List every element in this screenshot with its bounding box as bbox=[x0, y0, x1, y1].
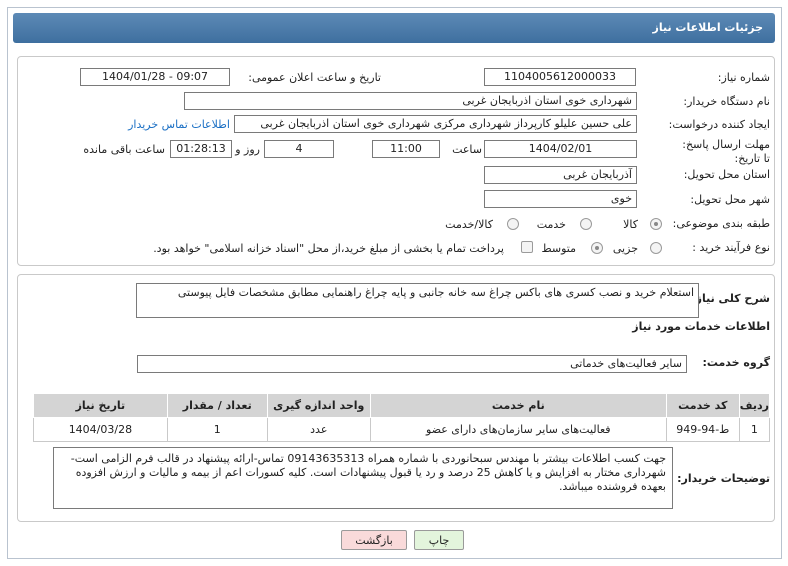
category-option-goods: کالا bbox=[623, 218, 638, 231]
panel-title: جزئیات اطلاعات نیاز bbox=[652, 21, 764, 34]
announce-field[interactable]: 1404/01/28 - 09:07 bbox=[80, 68, 230, 86]
cell-service-name: فعالیت‌های سایر سازمان‌های دارای عضو bbox=[369, 417, 667, 442]
announce-label: تاریخ و ساعت اعلان عمومی: bbox=[248, 71, 381, 84]
treasury-checkbox[interactable] bbox=[521, 241, 533, 253]
services-table: ردیف کد خدمت نام خدمت واحد اندازه گیری ت… bbox=[33, 393, 771, 442]
category-radio-service[interactable] bbox=[580, 218, 592, 230]
need-info-section bbox=[17, 56, 775, 266]
services-table-header: ردیف کد خدمت نام خدمت واحد اندازه گیری ت… bbox=[33, 393, 771, 418]
category-radio-goods[interactable] bbox=[650, 218, 662, 230]
print-button[interactable]: چاپ bbox=[414, 530, 464, 550]
description-label: شرح کلی نیاز: bbox=[691, 292, 770, 305]
cell-row: 1 bbox=[738, 417, 771, 442]
col-unit: واحد اندازه گیری bbox=[266, 393, 371, 418]
back-button[interactable]: بازگشت bbox=[341, 530, 407, 550]
city-field[interactable]: خوی bbox=[484, 190, 637, 208]
category-option-goods-service: کالا/خدمت bbox=[445, 218, 493, 231]
description-field[interactable]: استعلام خرید و نصب کسری های باکس چراغ سه… bbox=[136, 283, 699, 318]
remaining-label: ساعت باقی مانده bbox=[83, 143, 165, 156]
cell-service-code: ط-94-949 bbox=[665, 417, 740, 442]
category-radio-goods-service[interactable] bbox=[507, 218, 519, 230]
days-label: روز و bbox=[235, 143, 260, 156]
days-field[interactable]: 4 bbox=[264, 140, 334, 158]
province-label: استان محل تحویل: bbox=[683, 168, 770, 181]
table-row: 1 ط-94-949 فعالیت‌های سایر سازمان‌های دا… bbox=[33, 417, 771, 442]
process-label: نوع فرآیند خرید : bbox=[692, 241, 770, 254]
category-option-service: خدمت bbox=[536, 218, 566, 231]
cell-quantity: 1 bbox=[166, 417, 268, 442]
service-group-label: گروه خدمت: bbox=[702, 356, 770, 369]
buyer-notes-label: توضیحات خریدار: bbox=[677, 472, 770, 485]
need-number-field[interactable]: 1104005612000033 bbox=[484, 68, 636, 86]
time-label: ساعت bbox=[452, 143, 482, 156]
process-radio-medium[interactable] bbox=[591, 242, 603, 254]
col-service-code: کد خدمت bbox=[665, 393, 740, 418]
remaining-time-field[interactable]: 01:28:13 bbox=[170, 140, 232, 158]
category-label: طبقه بندی موضوعی: bbox=[672, 217, 770, 230]
buyer-org-label: نام دستگاه خریدار: bbox=[683, 95, 770, 108]
payment-note: پرداخت تمام یا بخشی از مبلغ خرید،از محل … bbox=[153, 242, 504, 255]
services-title: اطلاعات خدمات مورد نیاز bbox=[632, 320, 770, 333]
panel-header: جزئیات اطلاعات نیاز bbox=[13, 13, 775, 43]
col-need-date: تاریخ نیاز bbox=[33, 393, 168, 418]
process-option-medium: متوسط bbox=[541, 242, 576, 255]
deadline-date-field[interactable]: 1404/02/01 bbox=[484, 140, 637, 158]
requester-label: ایجاد کننده درخواست: bbox=[668, 118, 770, 131]
col-quantity: تعداد / مقدار bbox=[166, 393, 268, 418]
buyer-org-field[interactable]: شهرداری خوی استان اذربایجان غربی bbox=[184, 92, 637, 110]
province-field[interactable]: آذربایجان غربی bbox=[484, 166, 637, 184]
buyer-contact-link[interactable]: اطلاعات تماس خریدار bbox=[128, 118, 230, 131]
deadline-label: مهلت ارسال پاسخ: تا تاریخ: bbox=[682, 138, 770, 165]
col-service-name: نام خدمت bbox=[369, 393, 667, 418]
cell-need-date: 1404/03/28 bbox=[33, 417, 168, 442]
buyer-notes-field[interactable]: جهت کسب اطلاعات بیشتر با مهندس سبحانوردی… bbox=[53, 447, 673, 509]
col-row: ردیف bbox=[738, 393, 771, 418]
service-group-field[interactable]: سایر فعالیت‌های خدماتی bbox=[137, 355, 687, 373]
cell-unit: عدد bbox=[266, 417, 371, 442]
city-label: شهر محل تحویل: bbox=[690, 193, 770, 206]
need-number-label: شماره نیاز: bbox=[717, 71, 770, 84]
deadline-time-field[interactable]: 11:00 bbox=[372, 140, 440, 158]
process-radio-minor[interactable] bbox=[650, 242, 662, 254]
requester-field[interactable]: علی حسین علیلو کارپرداز شهرداری مرکزی شه… bbox=[234, 115, 637, 133]
process-option-minor: جزیی bbox=[612, 242, 638, 255]
